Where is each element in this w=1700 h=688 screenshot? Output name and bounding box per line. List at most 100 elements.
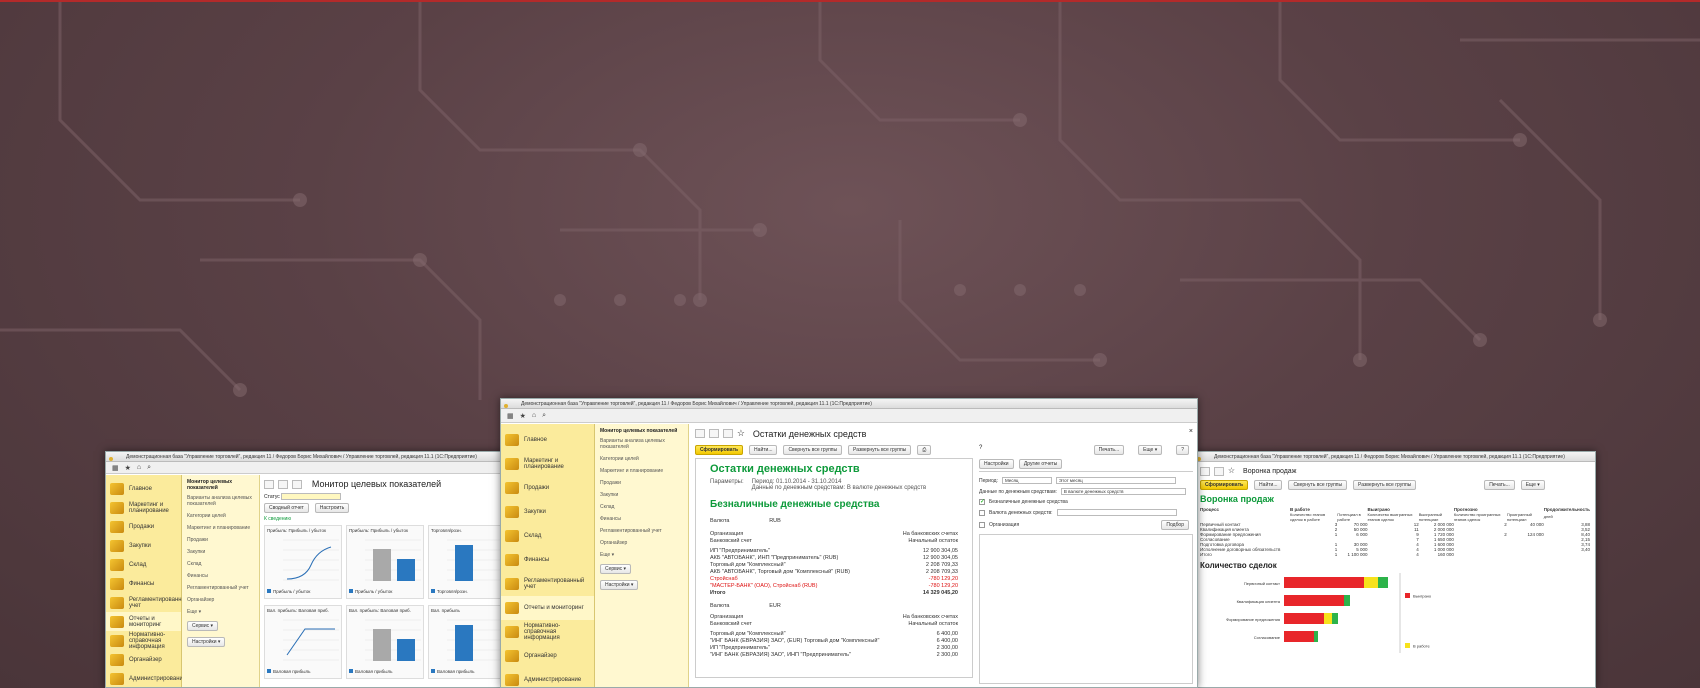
kpi-tile[interactable]: Торговля/розн. Торговля/розн.	[428, 525, 504, 599]
currency-field[interactable]	[1056, 509, 1177, 516]
table-row[interactable]: АКБ "АВТОБАНК", Торговый дом "Комплексны…	[710, 569, 958, 576]
sidebar-item[interactable]: Продажи	[106, 517, 181, 536]
cashless-checkbox[interactable]: ✓	[979, 499, 985, 505]
home-nav-icon[interactable]	[264, 479, 274, 489]
submenu-item[interactable]: Финансы	[600, 516, 683, 522]
submenu-item[interactable]: Склад	[600, 504, 683, 510]
settings-button[interactable]: Настройки ▾	[600, 580, 639, 590]
submenu-item[interactable]: Закупки	[187, 549, 254, 555]
submenu-item[interactable]: Регламентированный учет	[600, 528, 683, 534]
kpi-tile[interactable]: Вал. прибыль: Валовая приб. Валовая прибы…	[264, 605, 342, 679]
print-button[interactable]: Печать...	[1093, 445, 1125, 455]
submenu-item[interactable]: Категории целей	[600, 456, 683, 462]
search-icon[interactable]: ⌕	[147, 464, 151, 472]
organization-checkbox[interactable]	[979, 522, 985, 528]
sidebar-item[interactable]: Отчеты и мониторинг	[106, 612, 181, 631]
submenu-item[interactable]: Органайзер	[187, 597, 254, 603]
collapse-groups-button[interactable]: Свернуть все группы	[1288, 479, 1348, 490]
sidebar-item[interactable]: Главное	[106, 479, 181, 498]
settings-button[interactable]: Настройки ▾	[187, 637, 226, 647]
submenu-item[interactable]: Варианты анализа целевых показателей	[187, 495, 254, 507]
status-filter-field[interactable]	[281, 493, 342, 500]
period-text-field[interactable]: Этот месяц	[1055, 477, 1176, 484]
back-arrow-icon[interactable]	[1200, 466, 1210, 476]
favorite-star-icon[interactable]: ☆	[1228, 466, 1235, 475]
summary-report-button[interactable]: Сводный отчет	[264, 503, 309, 513]
sidebar-item[interactable]: Маркетинг и планирование	[106, 498, 181, 517]
kpi-tile[interactable]: Вал. прибыль Валовая прибыль	[428, 605, 504, 679]
grid-menu-icon[interactable]: ▦	[507, 412, 514, 420]
submenu-item[interactable]: Органайзер	[600, 540, 683, 546]
favorites-icon[interactable]: ★	[125, 464, 131, 472]
window-controls-icon[interactable]	[109, 455, 115, 461]
help-button[interactable]: ?	[1176, 445, 1189, 455]
help-icon[interactable]: ?	[979, 445, 982, 455]
table-row[interactable]: ИП "Предприниматель" 12 900 304,05	[710, 548, 958, 555]
kpi-tile[interactable]: Вал. прибыль: Валовая приб. Валовая прибы…	[346, 605, 424, 679]
back-arrow-icon[interactable]	[277, 479, 288, 489]
favorite-star-icon[interactable]: ☆	[737, 428, 745, 438]
close-icon[interactable]: ×	[1189, 428, 1193, 435]
data-mode-select[interactable]: В валюте денежных средств	[1060, 488, 1186, 495]
submenu-item[interactable]: Еще ▾	[600, 552, 683, 558]
table-row[interactable]: Торговый дом "Комплексный" 2 208 709,33	[710, 562, 958, 569]
configure-button[interactable]: Настроить	[314, 503, 350, 513]
table-row[interactable]: Итого 1 1 100 000 4 160 000	[1200, 552, 1590, 557]
forward-arrow-icon[interactable]	[722, 429, 733, 438]
print-button[interactable]: Печать...	[1484, 479, 1515, 490]
table-row[interactable]: "МАСТЕР-БАНК" (ОАО), Стройснаб (RUB) -780…	[710, 583, 958, 590]
submenu-item[interactable]: Маркетинг и планирование	[187, 525, 254, 531]
home-nav-icon[interactable]	[695, 429, 705, 438]
sidebar-item[interactable]: Органайзер	[501, 644, 594, 668]
sidebar-item[interactable]: Нормативно-справочная информация	[501, 620, 594, 644]
sidebar-item[interactable]: Продажи	[501, 476, 594, 500]
submenu-item[interactable]: Регламентированный учет	[187, 585, 254, 591]
table-row[interactable]: "ИНГ БАНК (ЕВРАЗИЯ) ЗАО", ИНП "Предприни…	[710, 652, 958, 659]
tab-settings[interactable]: Настройки	[979, 459, 1014, 469]
sidebar-item[interactable]: Администрирование	[501, 668, 594, 687]
table-row[interactable]: "ИНГ БАНК (ЕВРАЗИЯ) ЗАО", (EUR) Торговый…	[710, 638, 958, 645]
history-icon[interactable]: ⌂	[137, 464, 141, 471]
organization-list[interactable]	[979, 534, 1193, 684]
sidebar-item[interactable]: Главное	[501, 428, 594, 452]
expand-groups-button[interactable]: Развернуть все группы	[1353, 479, 1417, 490]
generate-button[interactable]: Сформировать	[695, 445, 744, 455]
submenu-item[interactable]: Продажи	[600, 480, 683, 486]
search-icon[interactable]: ⌕	[542, 412, 546, 420]
forward-arrow-icon[interactable]	[1213, 466, 1224, 476]
sidebar-item[interactable]: Финансы	[106, 574, 181, 593]
table-row[interactable]: АКБ "АВТОБАНК", ИНП "Предприниматель" (R…	[710, 555, 958, 562]
sidebar-item[interactable]: Нормативно-справочная информация	[106, 631, 181, 650]
sidebar-item[interactable]: Регламентированный учет	[501, 572, 594, 596]
service-button[interactable]: Сервис ▾	[600, 564, 632, 574]
service-button[interactable]: Сервис ▾	[187, 621, 219, 631]
sidebar-item[interactable]: Органайзер	[106, 650, 181, 669]
submenu-item[interactable]: Категории целей	[187, 513, 254, 519]
more-button[interactable]: Еще ▾	[1138, 445, 1163, 455]
expand-groups-button[interactable]: Развернуть все группы	[848, 445, 912, 455]
submenu-item[interactable]: Еще ▾	[187, 609, 254, 615]
collapse-groups-button[interactable]: Свернуть все группы	[783, 445, 843, 455]
sidebar-item[interactable]: Отчеты и мониторинг	[501, 596, 594, 620]
sidebar-item[interactable]: Закупки	[501, 500, 594, 524]
find-button[interactable]: Найти...	[749, 445, 778, 455]
submenu-item[interactable]: Маркетинг и планирование	[600, 468, 683, 474]
table-row[interactable]: ИП "Предприниматель" 2 300,00	[710, 645, 958, 652]
more-button[interactable]: Еще ▾	[1520, 479, 1545, 490]
window-controls-icon[interactable]	[504, 402, 510, 408]
back-arrow-icon[interactable]	[708, 429, 719, 438]
submenu-item[interactable]: Склад	[187, 561, 254, 567]
kpi-tile[interactable]: Прибыль: Прибыль / убыток Прибыль / убыто…	[346, 525, 424, 599]
grid-menu-icon[interactable]: ▦	[112, 464, 119, 472]
sidebar-item[interactable]: Закупки	[106, 536, 181, 555]
sidebar-item[interactable]: Регламентированный учет	[106, 593, 189, 612]
forward-arrow-icon[interactable]	[291, 479, 302, 489]
currency-checkbox[interactable]	[979, 509, 985, 516]
generate-button[interactable]: Сформировать	[1200, 479, 1249, 490]
sidebar-item[interactable]: Финансы	[501, 548, 594, 572]
sidebar-item[interactable]: Администрирование	[106, 669, 186, 687]
kpi-tile[interactable]: Прибыль: Прибыль / убыток Прибыль / убыто…	[264, 525, 342, 599]
sidebar-item[interactable]: Склад	[106, 555, 181, 574]
submenu-item[interactable]: Продажи	[187, 537, 254, 543]
sidebar-item[interactable]: Склад	[501, 524, 594, 548]
